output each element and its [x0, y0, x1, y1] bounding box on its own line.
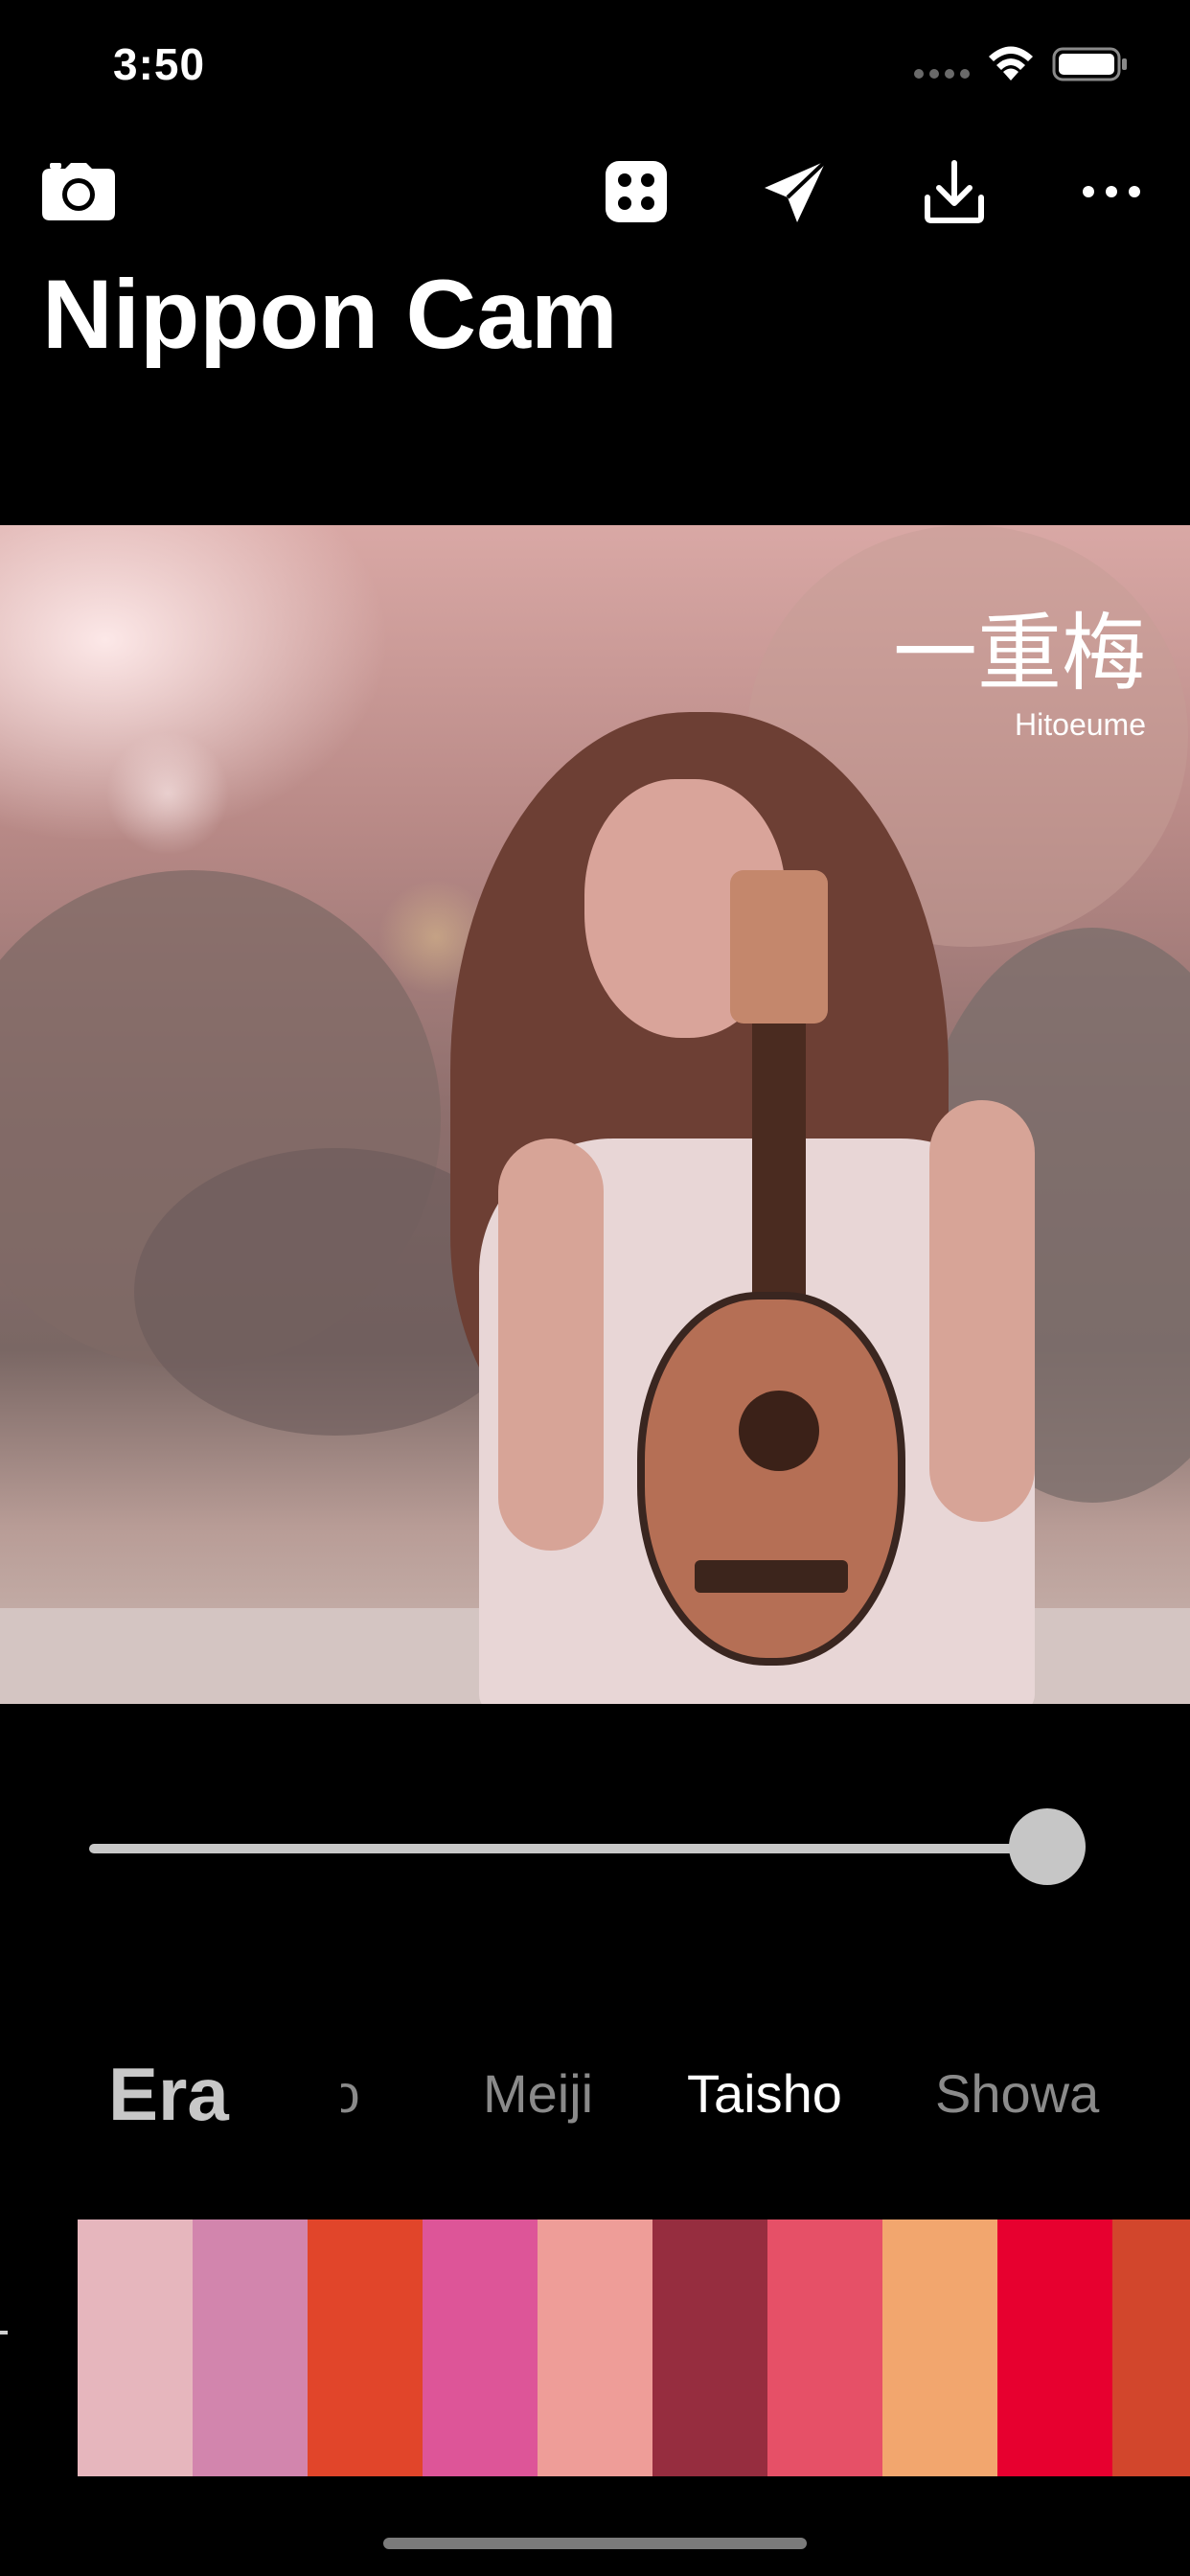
color-swatch[interactable] — [193, 2220, 308, 2476]
color-swatch[interactable] — [767, 2220, 882, 2476]
ukulele-bridge — [695, 1560, 848, 1593]
status-time: 3:50 — [113, 39, 206, 89]
home-indicator[interactable] — [383, 2538, 807, 2549]
ukulele-headstock — [730, 870, 828, 1024]
page-title: Nippon Cam — [42, 260, 618, 369]
share-button[interactable] — [755, 151, 835, 232]
ukulele-soundhole — [739, 1391, 819, 1471]
download-button[interactable] — [914, 151, 995, 232]
color-swatch[interactable] — [423, 2220, 538, 2476]
era-tab-meiji[interactable]: Meiji — [483, 2062, 593, 2125]
color-swatch[interactable] — [997, 2220, 1112, 2476]
ukulele-body — [637, 1292, 905, 1666]
color-swatch[interactable] — [652, 2220, 767, 2476]
swatch-scroll-edge — [0, 2331, 8, 2334]
download-icon — [925, 160, 984, 223]
color-swatch[interactable] — [78, 2220, 193, 2476]
era-tab-edo[interactable]: Edo — [341, 2051, 456, 2128]
color-name-romaji: Hitoeume — [1015, 707, 1146, 742]
wifi-icon — [989, 46, 1033, 80]
color-swatch[interactable] — [538, 2220, 652, 2476]
intensity-slider-track[interactable] — [89, 1844, 1066, 1853]
battery-icon — [1052, 47, 1127, 81]
color-name-overlay: 一重梅 Hitoeume — [893, 611, 1146, 743]
status-bar: 3:50 — [0, 0, 1190, 125]
more-button[interactable] — [1071, 151, 1152, 232]
more-icon — [1083, 186, 1140, 197]
randomize-button[interactable] — [596, 151, 676, 232]
era-tab-taisho[interactable]: Taisho — [687, 2062, 842, 2125]
era-tab-label: Edo — [341, 2063, 360, 2124]
dice-icon — [606, 161, 667, 222]
camera-button[interactable] — [38, 151, 119, 232]
subject-arm — [929, 1100, 1035, 1522]
color-swatch[interactable] — [1112, 2220, 1190, 2476]
camera-icon — [42, 163, 115, 220]
paper-plane-icon — [765, 159, 828, 222]
era-tab-showa[interactable]: Showa — [935, 2062, 1099, 2125]
cellular-signal-icon — [914, 69, 970, 80]
color-swatch-strip[interactable] — [78, 2220, 1190, 2476]
subject-arm — [498, 1138, 604, 1551]
color-swatch[interactable] — [882, 2220, 997, 2476]
color-swatch[interactable] — [308, 2220, 423, 2476]
era-label: Era — [108, 2052, 229, 2136]
photo-preview[interactable]: 一重梅 Hitoeume — [0, 525, 1190, 1704]
intensity-slider-thumb[interactable] — [1008, 1808, 1086, 1885]
color-name-kanji: 一重梅 — [892, 604, 1146, 702]
